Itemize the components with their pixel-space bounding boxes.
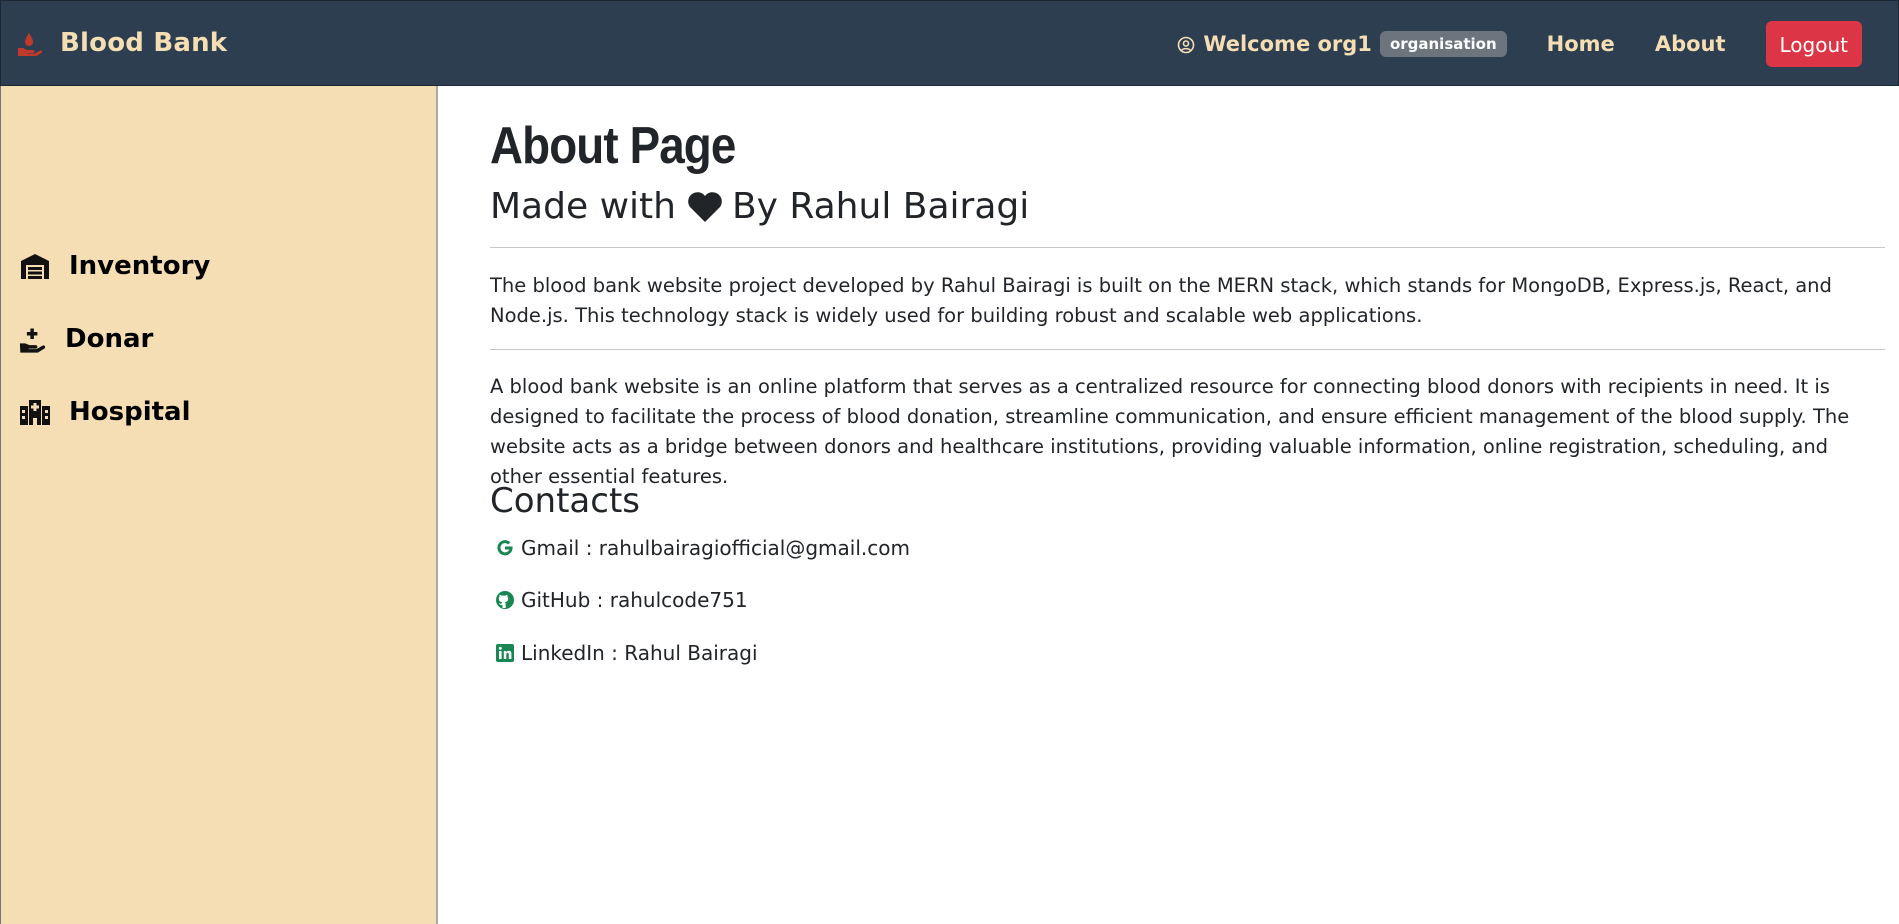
page-subtitle: Made with By Rahul Bairagi	[490, 186, 1029, 227]
github-icon	[496, 591, 514, 609]
hand-holding-blood-icon	[16, 30, 43, 57]
paragraph-mern: The blood bank website project developed…	[490, 274, 1832, 327]
navbar-right: Welcome org1 organisation Home About Log…	[1177, 1, 1898, 87]
subtitle-prefix: Made with	[490, 186, 676, 227]
nav-link-home[interactable]: Home	[1547, 32, 1615, 56]
sidebar-item-inventory[interactable]: Inventory	[19, 251, 210, 281]
user-circle-icon	[1177, 35, 1195, 54]
sidebar-item-hospital[interactable]: Hospital	[19, 397, 191, 427]
divider	[490, 349, 1885, 350]
paragraph-description: A blood bank website is an online platfo…	[490, 375, 1850, 488]
top-navbar: Blood Bank Welcome org1 organisation Hom…	[0, 0, 1899, 86]
sidebar-item-label: Hospital	[69, 397, 191, 427]
contact-github-text: GitHub : rahulcode751	[521, 588, 748, 612]
contact-linkedin-text: LinkedIn : Rahul Bairagi	[521, 641, 758, 665]
brand[interactable]: Blood Bank	[16, 28, 227, 58]
contacts-heading: Contacts	[490, 481, 640, 521]
subtitle-suffix: By Rahul Bairagi	[731, 186, 1030, 227]
welcome-text: Welcome org1	[1203, 32, 1372, 56]
sidebar: Inventory Donar Hospital	[0, 86, 438, 924]
brand-title: Blood Bank	[60, 28, 228, 58]
divider	[490, 247, 1885, 248]
sidebar-item-label: Inventory	[69, 251, 211, 281]
hospital-icon	[20, 400, 50, 425]
heart-icon	[688, 191, 722, 222]
google-icon	[497, 540, 513, 556]
contact-gmail-text: Gmail : rahulbairagiofficial@gmail.com	[521, 536, 910, 560]
page-title: About Page	[490, 117, 736, 175]
contact-github: GitHub : rahulcode751	[495, 588, 748, 612]
linkedin-icon	[496, 644, 514, 662]
role-badge: organisation	[1379, 31, 1507, 57]
contact-gmail: Gmail : rahulbairagiofficial@gmail.com	[495, 536, 910, 560]
logout-button[interactable]: Logout	[1765, 21, 1862, 67]
welcome-user: Welcome org1 organisation	[1177, 31, 1507, 57]
contact-linkedin: LinkedIn : Rahul Bairagi	[495, 641, 758, 665]
hand-holding-medical-icon	[19, 328, 46, 353]
warehouse-icon	[21, 254, 49, 279]
nav-link-about[interactable]: About	[1655, 32, 1726, 56]
sidebar-item-donar[interactable]: Donar	[19, 324, 153, 354]
sidebar-item-label: Donar	[65, 324, 154, 354]
